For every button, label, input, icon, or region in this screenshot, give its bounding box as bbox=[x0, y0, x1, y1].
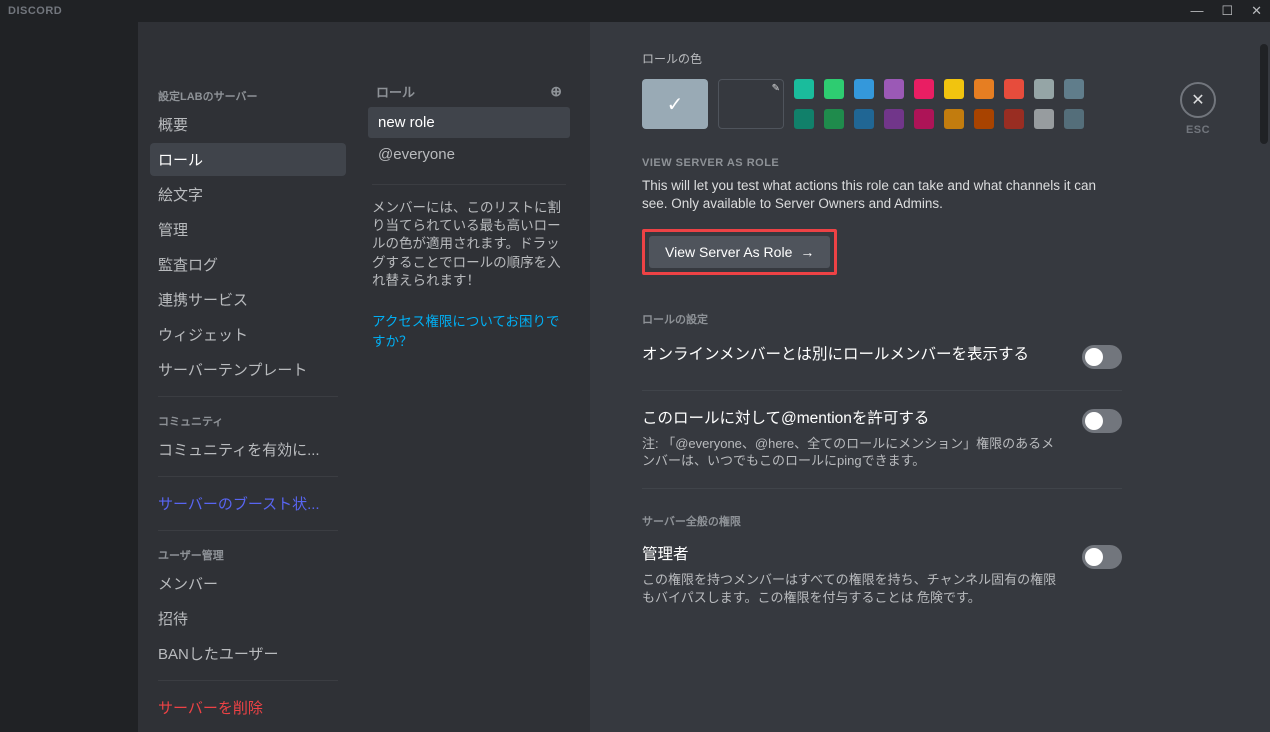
nav-item-community[interactable]: コミュニティを有効に... bbox=[150, 433, 346, 466]
roles-divider bbox=[372, 184, 566, 185]
nav-item-auditlog[interactable]: 監査ログ bbox=[150, 248, 346, 281]
view-as-role-desc: This will let you test what actions this… bbox=[642, 177, 1122, 213]
nav-item-members[interactable]: メンバー bbox=[150, 567, 346, 600]
color-swatch[interactable] bbox=[974, 79, 994, 99]
color-row-2 bbox=[794, 109, 1084, 129]
nav-item-boost[interactable]: サーバーのブースト状... bbox=[150, 487, 346, 520]
nav-item-moderation[interactable]: 管理 bbox=[150, 213, 346, 246]
color-swatch[interactable] bbox=[824, 79, 844, 99]
color-swatch[interactable] bbox=[854, 79, 874, 99]
nav-divider bbox=[158, 476, 338, 477]
toggle-administrator[interactable] bbox=[1082, 545, 1122, 569]
color-swatch[interactable] bbox=[974, 109, 994, 129]
setting-title: オンラインメンバーとは別にロールメンバーを表示する bbox=[642, 345, 1029, 365]
color-swatch[interactable] bbox=[1004, 79, 1024, 99]
annotation-highlight: View Server As Role → bbox=[642, 229, 837, 275]
color-swatch[interactable] bbox=[1034, 79, 1054, 99]
guild-sidebar bbox=[0, 22, 138, 732]
nav-item-template[interactable]: サーバーテンプレート bbox=[150, 353, 346, 386]
window-controls: — ☐ ✕ bbox=[1190, 3, 1262, 19]
color-swatch[interactable] bbox=[884, 79, 904, 99]
nav-item-emoji[interactable]: 絵文字 bbox=[150, 178, 346, 211]
add-role-icon[interactable]: ⊕ bbox=[550, 83, 562, 100]
setting-title: このロールに対して@mentionを許可する bbox=[642, 409, 1066, 429]
color-swatch[interactable] bbox=[1064, 109, 1084, 129]
nav-item-integrations[interactable]: 連携サービス bbox=[150, 283, 346, 316]
color-swatch[interactable] bbox=[1004, 109, 1024, 129]
view-server-as-role-button[interactable]: View Server As Role → bbox=[649, 236, 830, 268]
nav-section-user: ユーザー管理 bbox=[150, 541, 346, 567]
close-window-button[interactable]: ✕ bbox=[1251, 3, 1262, 19]
nav-item-bans[interactable]: BANしたユーザー bbox=[150, 637, 346, 670]
setting-note: 注: 「@everyone、@here、全てのロールにメンション」権限のあるメン… bbox=[642, 435, 1066, 470]
color-swatch[interactable] bbox=[824, 109, 844, 129]
nav-item-invites[interactable]: 招待 bbox=[150, 602, 346, 635]
color-swatch[interactable] bbox=[1064, 79, 1084, 99]
perm-note: この権限を持つメンバーはすべての権限を持ち、チャンネル固有の権限もバイパスします… bbox=[642, 571, 1066, 606]
color-swatch[interactable] bbox=[914, 109, 934, 129]
color-swatch[interactable] bbox=[794, 79, 814, 99]
toggle-display-separately[interactable] bbox=[1082, 345, 1122, 369]
color-swatch[interactable] bbox=[884, 109, 904, 129]
roles-list-column: ロール ⊕ new role @everyone メンバーには、このリストに割り… bbox=[358, 22, 590, 732]
color-section-label: ロールの色 bbox=[642, 50, 1122, 67]
color-default[interactable]: ✓ bbox=[642, 79, 708, 129]
roles-help-text: メンバーには、このリストに割り当てられている最も高いロールの色が適用されます。ド… bbox=[368, 199, 570, 290]
minimize-button[interactable]: — bbox=[1190, 3, 1203, 19]
nav-item-widget[interactable]: ウィジェット bbox=[150, 318, 346, 351]
role-item-newrole[interactable]: new role bbox=[368, 107, 570, 138]
arrow-right-icon: → bbox=[800, 244, 814, 260]
role-item-everyone[interactable]: @everyone bbox=[368, 139, 570, 170]
setting-allow-mention: このロールに対して@mentionを許可する 注: 「@everyone、@he… bbox=[642, 409, 1122, 489]
toggle-allow-mention[interactable] bbox=[1082, 409, 1122, 433]
color-swatch[interactable] bbox=[944, 109, 964, 129]
perm-administrator: 管理者 この権限を持つメンバーはすべての権限を持ち、チャンネル固有の権限もバイパ… bbox=[642, 545, 1122, 624]
check-icon: ✓ bbox=[667, 92, 684, 117]
perm-title: 管理者 bbox=[642, 545, 1066, 565]
role-settings-content: ✕ ESC ロールの色 ✓ ✎ VIEW SERVER AS ROLE This… bbox=[590, 22, 1270, 732]
color-row-1 bbox=[794, 79, 1084, 99]
nav-divider bbox=[158, 396, 338, 397]
color-swatch[interactable] bbox=[854, 109, 874, 129]
scrollbar[interactable] bbox=[1260, 44, 1268, 144]
permissions-header: サーバー全般の権限 bbox=[642, 513, 1122, 529]
nav-divider bbox=[158, 530, 338, 531]
color-swatch[interactable] bbox=[1034, 109, 1054, 129]
color-swatch[interactable] bbox=[944, 79, 964, 99]
settings-nav: 設定LABのサーバー 概要 ロール 絵文字 管理 監査ログ 連携サービス ウィジ… bbox=[138, 22, 358, 732]
pencil-icon: ✎ bbox=[772, 83, 780, 94]
close-label: ESC bbox=[1180, 124, 1216, 136]
titlebar: DISCORD — ☐ ✕ bbox=[0, 0, 1270, 22]
view-button-label: View Server As Role bbox=[665, 244, 792, 260]
maximize-button[interactable]: ☐ bbox=[1221, 3, 1233, 19]
nav-section-community: コミュニティ bbox=[150, 407, 346, 433]
color-custom[interactable]: ✎ bbox=[718, 79, 784, 129]
nav-item-roles[interactable]: ロール bbox=[150, 143, 346, 176]
role-settings-header: ロールの設定 bbox=[642, 311, 1122, 327]
discord-logo: DISCORD bbox=[8, 5, 62, 17]
view-as-role-header: VIEW SERVER AS ROLE bbox=[642, 157, 1122, 169]
roles-header: ロール bbox=[376, 82, 415, 101]
color-swatch[interactable] bbox=[914, 79, 934, 99]
color-swatch[interactable] bbox=[794, 109, 814, 129]
nav-item-delete-server[interactable]: サーバーを削除 bbox=[150, 691, 346, 724]
nav-divider bbox=[158, 680, 338, 681]
nav-section-server: 設定LABのサーバー bbox=[150, 82, 346, 108]
nav-item-overview[interactable]: 概要 bbox=[150, 108, 346, 141]
close-settings-button[interactable]: ✕ bbox=[1180, 82, 1216, 118]
setting-display-separately: オンラインメンバーとは別にロールメンバーを表示する bbox=[642, 345, 1122, 390]
roles-help-link[interactable]: アクセス権限についてお困りですか？ bbox=[368, 310, 570, 350]
